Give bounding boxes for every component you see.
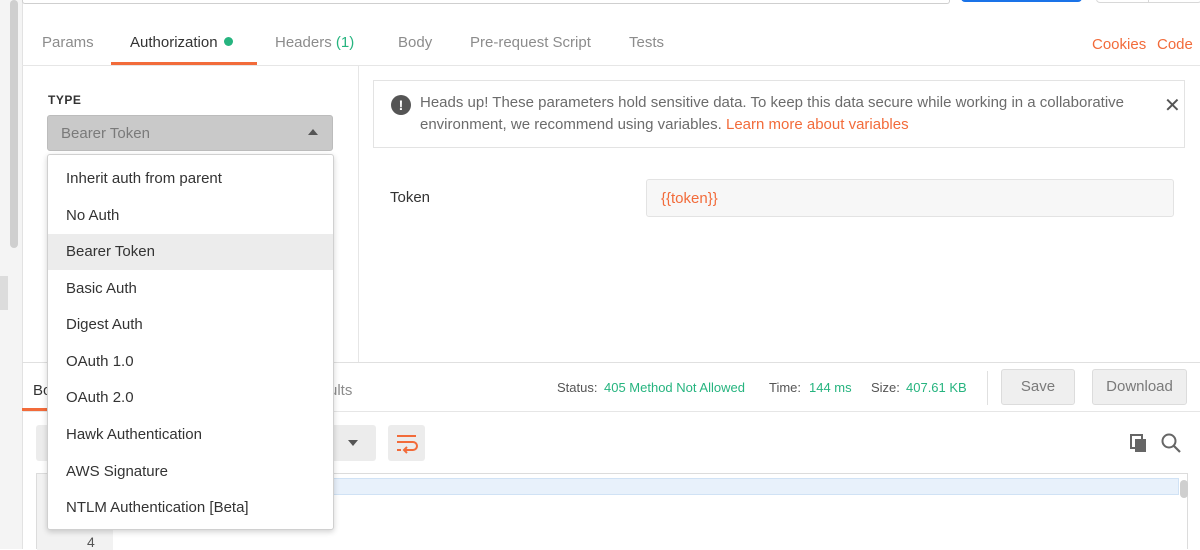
warning-icon: ! [391, 95, 411, 115]
code-link[interactable]: Code [1157, 36, 1193, 53]
time-value: 144 ms [809, 380, 852, 395]
auth-type-dropdown: Inherit auth from parent No Auth Bearer … [47, 154, 334, 530]
alert-message: Heads up! These parameters hold sensitiv… [420, 92, 1150, 136]
line-number: 4 [87, 534, 95, 550]
close-icon[interactable]: ✕ [1164, 93, 1181, 118]
chevron-down-icon [348, 440, 358, 446]
save-request-divider [1148, 0, 1149, 3]
status-value: 405 Method Not Allowed [604, 380, 745, 395]
wrap-icon [397, 435, 418, 454]
copy-icon[interactable] [1129, 433, 1149, 458]
send-button[interactable] [961, 0, 1082, 2]
search-icon[interactable] [1160, 432, 1182, 459]
tab-count: (1) [335, 34, 355, 51]
token-value: {{token}} [661, 190, 718, 207]
wrap-lines-button[interactable] [388, 425, 425, 461]
sidebar-scrollbar[interactable] [10, 0, 18, 248]
tab-label: Body [398, 34, 433, 51]
token-label: Token [390, 189, 431, 206]
learn-more-link[interactable]: Learn more about variables [726, 116, 909, 133]
tab-body[interactable]: Body [398, 34, 432, 51]
auth-option-oauth1[interactable]: OAuth 1.0 [48, 344, 333, 380]
tab-params[interactable]: Params [42, 34, 94, 51]
auth-option-inherit[interactable]: Inherit auth from parent [48, 161, 333, 197]
active-tab-indicator [111, 62, 257, 65]
size-label: Size: [871, 380, 900, 395]
status-label: Status: [557, 380, 598, 395]
caret-up-icon [308, 129, 318, 135]
auth-option-ntlm[interactable]: NTLM Authentication [Beta] [48, 490, 333, 526]
auth-option-no-auth[interactable]: No Auth [48, 198, 333, 234]
editor-scrollbar[interactable] [1180, 480, 1188, 498]
size-value: 407.61 KB [906, 380, 967, 395]
tab-pre-request-script[interactable]: Pre-request Script [470, 34, 591, 51]
cookies-link[interactable]: Cookies [1092, 36, 1146, 53]
sensitive-data-alert: ! Heads up! These parameters hold sensit… [373, 80, 1185, 148]
sidebar-highlight [0, 276, 8, 310]
tab-label: Authorization [130, 34, 218, 51]
status-dot-icon [223, 37, 233, 46]
auth-option-oauth2[interactable]: OAuth 2.0 [48, 380, 333, 416]
auth-option-hawk[interactable]: Hawk Authentication [48, 417, 333, 453]
tab-label: Params [42, 34, 94, 51]
tab-label: Headers [275, 34, 332, 51]
tab-headers[interactable]: Headers (1) [275, 34, 354, 51]
tab-tests[interactable]: Tests [629, 34, 664, 51]
tab-authorization[interactable]: Authorization [130, 34, 233, 51]
token-input[interactable]: {{token}} [646, 179, 1174, 217]
time-label: Time: [769, 380, 802, 395]
tab-label: Tests [629, 34, 665, 51]
auth-option-digest-auth[interactable]: Digest Auth [48, 307, 333, 343]
auth-type-select[interactable]: Bearer Token [47, 115, 333, 151]
auth-option-bearer-token[interactable]: Bearer Token [48, 234, 333, 270]
url-input[interactable] [22, 0, 950, 4]
auth-type-selected-value: Bearer Token [61, 125, 150, 142]
pane-divider [358, 66, 359, 362]
auth-option-basic-auth[interactable]: Basic Auth [48, 271, 333, 307]
stats-divider [987, 371, 988, 405]
auth-option-aws-signature[interactable]: AWS Signature [48, 454, 333, 490]
save-response-button[interactable]: Save [1001, 369, 1075, 405]
type-label: TYPE [48, 93, 82, 107]
download-button[interactable]: Download [1092, 369, 1187, 405]
tab-label: Pre-request Script [470, 34, 591, 51]
